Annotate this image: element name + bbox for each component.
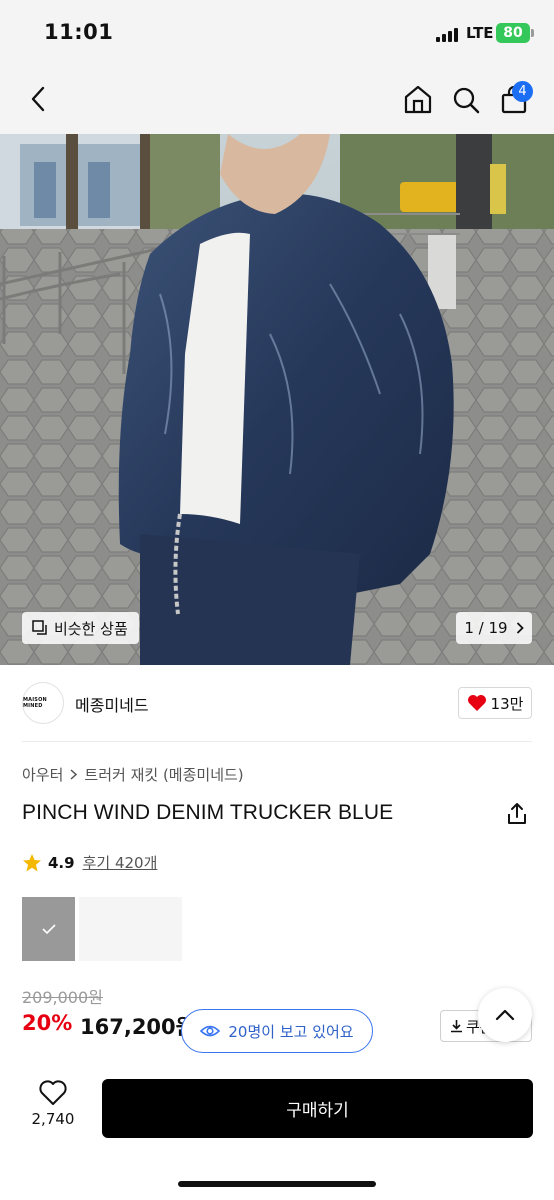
breadcrumb: 아우터 트러커 재킷 (메종미네드) xyxy=(22,764,244,785)
chevron-right-icon xyxy=(70,769,78,780)
status-bar: 11:01 LTE 80 xyxy=(0,0,554,66)
sale-price: 167,200원 xyxy=(80,1015,195,1039)
search-icon[interactable] xyxy=(450,84,482,116)
rating-score: 4.9 xyxy=(48,853,75,872)
eye-icon xyxy=(200,1025,221,1037)
cart-badge: 4 xyxy=(512,81,533,102)
home-indicator xyxy=(178,1181,376,1187)
heart-outline-icon xyxy=(39,1080,67,1105)
scroll-top-button[interactable] xyxy=(478,988,532,1042)
battery-icon: 80 xyxy=(496,23,530,43)
network-label: LTE xyxy=(466,24,494,42)
brand-like-button[interactable]: 13만 xyxy=(458,687,532,719)
original-price: 209,000원 xyxy=(22,988,103,1007)
download-icon xyxy=(451,1020,462,1033)
brand-name[interactable]: 메종미네드 xyxy=(75,692,149,716)
similar-products-label: 비슷한 상품 xyxy=(54,619,128,638)
product-image[interactable] xyxy=(0,134,554,665)
viewer-count-badge: 20명이 보고 있어요 xyxy=(181,1009,373,1053)
wishlist-count: 2,740 xyxy=(31,1110,75,1128)
share-icon[interactable] xyxy=(506,802,528,830)
color-swatch-selected[interactable] xyxy=(22,897,75,961)
check-icon xyxy=(41,924,56,935)
chevron-right-icon xyxy=(516,622,524,634)
chevron-up-icon xyxy=(495,1009,515,1021)
status-time: 11:01 xyxy=(44,20,114,44)
heart-filled-icon xyxy=(467,695,486,711)
breadcrumb-category[interactable]: 아우터 xyxy=(22,764,63,785)
signal-icon xyxy=(436,28,460,42)
home-icon[interactable] xyxy=(401,83,435,115)
similar-icon xyxy=(32,620,47,635)
star-icon xyxy=(23,853,41,871)
wishlist-button[interactable]: 2,740 xyxy=(22,1080,84,1138)
image-counter-label: 1 / 19 xyxy=(464,619,508,637)
color-swatch[interactable] xyxy=(79,897,182,961)
viewer-count-label: 20명이 보고 있어요 xyxy=(228,1022,354,1041)
brand-like-count: 13만 xyxy=(490,694,524,713)
battery-tip xyxy=(531,29,534,37)
product-title: PINCH WIND DENIM TRUCKER BLUE xyxy=(22,801,394,824)
image-counter[interactable]: 1 / 19 xyxy=(456,612,532,644)
back-icon[interactable] xyxy=(24,84,52,114)
buy-button[interactable]: 구매하기 xyxy=(102,1079,533,1138)
review-link[interactable]: 후기 420개 xyxy=(83,852,158,873)
divider xyxy=(22,741,532,742)
discount-rate: 20% xyxy=(22,1011,73,1035)
breadcrumb-subcategory[interactable]: 트러커 재킷 (메종미네드) xyxy=(84,764,243,785)
similar-products-button[interactable]: 비슷한 상품 xyxy=(22,612,139,644)
brand-logo[interactable]: MAISON MINED xyxy=(22,682,64,724)
rating-row: 4.9 후기 420개 xyxy=(22,852,157,873)
